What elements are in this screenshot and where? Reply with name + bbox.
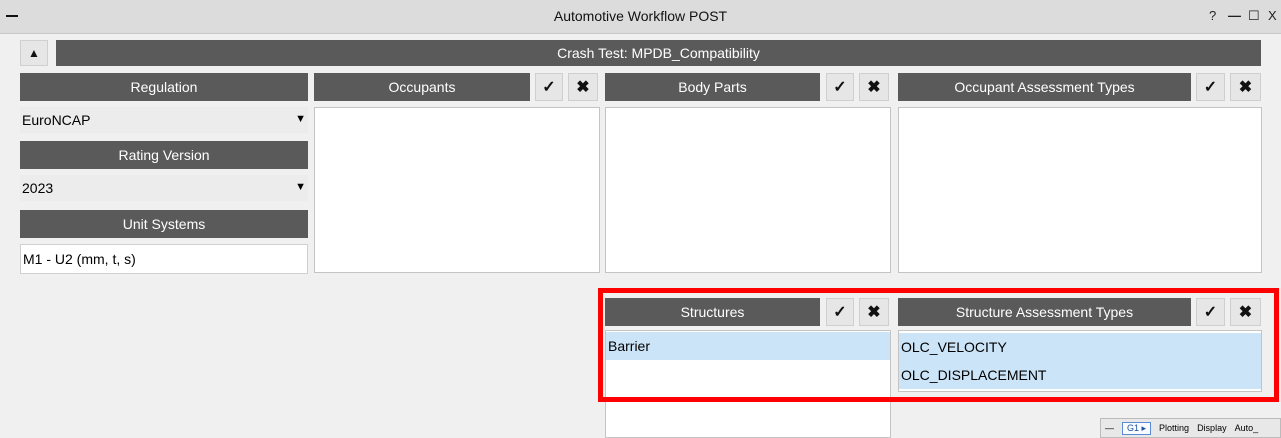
occupant-assessment-types-header: Occupant Assessment Types <box>898 73 1191 101</box>
occupants-select-all-button[interactable]: ✓ <box>535 73 563 101</box>
plotting-menu[interactable]: Plotting <box>1159 423 1189 433</box>
occupant-assessment-types-list[interactable] <box>898 107 1262 273</box>
close-icon[interactable]: X <box>1268 8 1277 23</box>
structure-assessment-clear-button[interactable]: ✖ <box>1230 298 1261 326</box>
regulation-select[interactable]: EuroNCAP ▼ <box>20 107 308 133</box>
x-icon: ✖ <box>1238 304 1253 321</box>
mini-plot-window: — G1 ▸ Plotting Display Auto_ <box>1100 418 1281 438</box>
chevron-down-icon: ▼ <box>295 181 306 193</box>
help-icon[interactable]: ? <box>1209 8 1216 23</box>
unit-systems-field[interactable]: M1 - U2 (mm, t, s) <box>20 244 308 274</box>
structure-assessment-types-header: Structure Assessment Types <box>898 298 1191 326</box>
collapse-button[interactable]: ▲ <box>20 40 48 66</box>
rating-version-header: Rating Version <box>20 141 308 169</box>
chevron-down-icon: ▼ <box>295 113 306 125</box>
structures-clear-button[interactable]: ✖ <box>859 298 889 326</box>
check-icon: ✓ <box>1203 79 1218 96</box>
check-icon: ✓ <box>833 304 847 321</box>
check-icon: ✓ <box>542 79 556 96</box>
structure-assessment-types-list[interactable]: OLC_VELOCITY OLC_DISPLACEMENT <box>898 330 1262 392</box>
check-icon: ✓ <box>1203 304 1218 321</box>
list-item[interactable]: OLC_VELOCITY <box>899 333 1261 361</box>
body-parts-select-all-button[interactable]: ✓ <box>826 73 854 101</box>
unit-systems-header: Unit Systems <box>20 210 308 238</box>
structures-list[interactable]: Barrier <box>605 330 891 438</box>
x-icon: ✖ <box>1238 79 1253 96</box>
display-menu[interactable]: Display <box>1197 423 1227 433</box>
maximize-icon[interactable]: ☐ <box>1248 8 1260 24</box>
structures-select-all-button[interactable]: ✓ <box>826 298 854 326</box>
occupant-assessment-clear-button[interactable]: ✖ <box>1230 73 1261 101</box>
graph-tab[interactable]: G1 ▸ <box>1122 421 1152 435</box>
structures-header: Structures <box>605 298 820 326</box>
body-parts-list[interactable] <box>605 107 891 273</box>
regulation-header: Regulation <box>20 73 308 101</box>
structure-assessment-select-all-button[interactable]: ✓ <box>1196 298 1225 326</box>
title-bar: Automotive Workflow POST ? — ☐ X <box>0 0 1281 34</box>
occupants-header: Occupants <box>314 73 530 101</box>
x-icon: ✖ <box>867 304 881 321</box>
occupant-assessment-select-all-button[interactable]: ✓ <box>1196 73 1225 101</box>
mini-menu-icon[interactable]: — <box>1105 423 1114 433</box>
list-item[interactable]: Barrier <box>606 332 890 360</box>
occupants-list[interactable] <box>314 107 600 273</box>
check-icon: ✓ <box>833 79 847 96</box>
minimize-icon[interactable]: — <box>1228 8 1241 23</box>
body-parts-header: Body Parts <box>605 73 820 101</box>
list-item[interactable]: OLC_DISPLACEMENT <box>899 361 1261 389</box>
rating-version-select[interactable]: 2023 ▼ <box>20 175 308 201</box>
crash-test-banner: Crash Test: MPDB_Compatibility <box>56 40 1261 66</box>
auto-menu[interactable]: Auto_ <box>1235 423 1259 433</box>
unit-systems-value: M1 - U2 (mm, t, s) <box>23 251 136 267</box>
occupants-clear-button[interactable]: ✖ <box>568 73 598 101</box>
x-icon: ✖ <box>576 79 590 96</box>
body-parts-clear-button[interactable]: ✖ <box>859 73 889 101</box>
x-icon: ✖ <box>867 79 881 96</box>
rating-version-value: 2023 <box>22 180 54 196</box>
window-title: Automotive Workflow POST <box>553 8 728 24</box>
regulation-value: EuroNCAP <box>22 112 91 128</box>
